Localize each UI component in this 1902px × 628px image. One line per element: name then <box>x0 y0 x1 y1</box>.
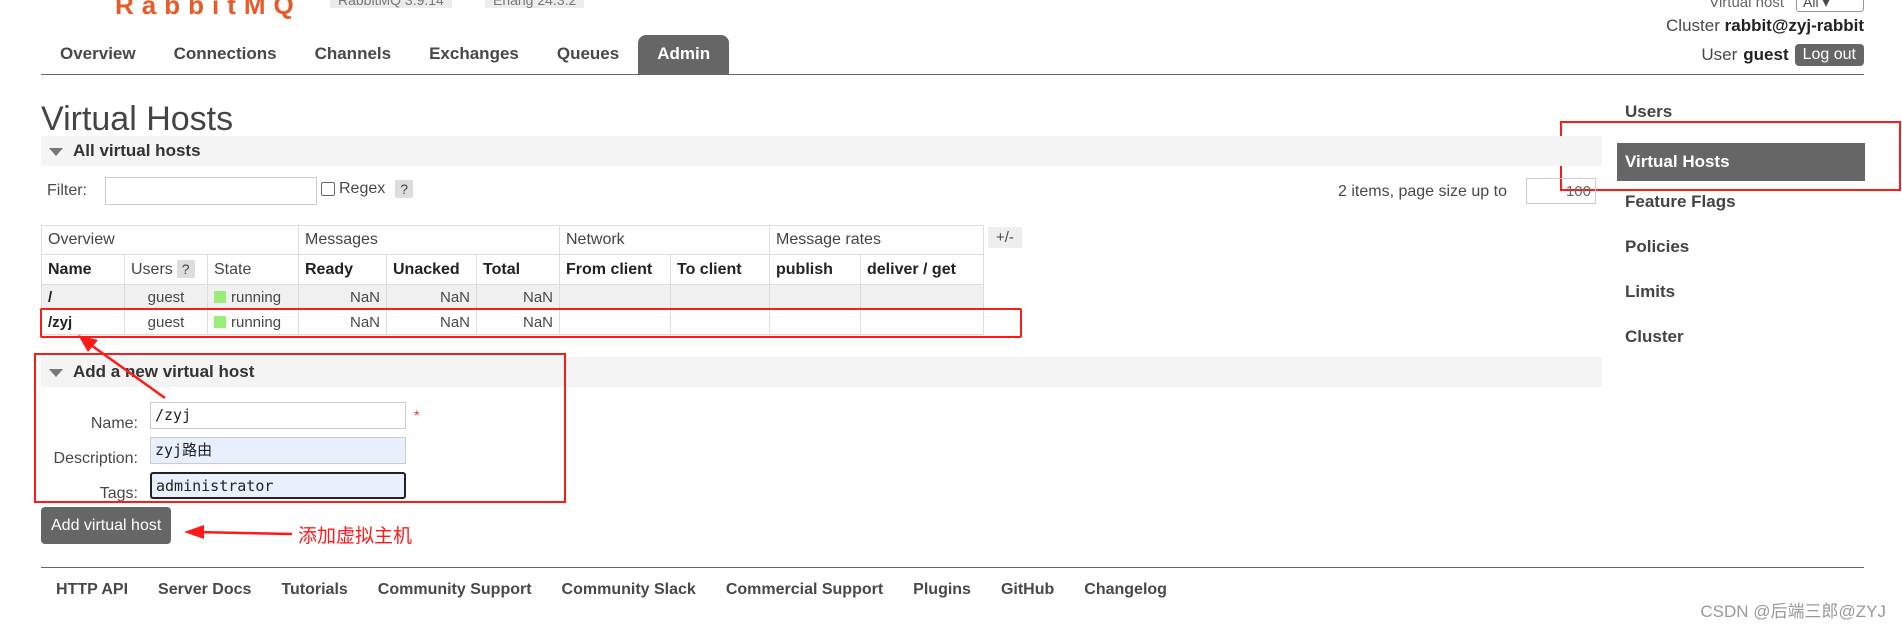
menu-item-limits[interactable]: Limits <box>1617 278 1865 323</box>
group-message-rates: Message rates <box>769 225 984 255</box>
vhost-from-client <box>559 284 671 310</box>
tab-divider <box>41 74 1864 75</box>
col-users: Users? <box>124 254 208 285</box>
group-network: Network <box>559 225 770 255</box>
vhost-users: guest <box>124 284 208 310</box>
col-publish: publish <box>769 254 861 285</box>
tab-channels[interactable]: Channels <box>296 35 411 74</box>
cluster-value: rabbit@zyj-rabbit <box>1724 16 1864 35</box>
cluster-info: Cluster rabbit@zyj-rabbit <box>1666 16 1864 36</box>
col-users-label: Users <box>131 260 173 278</box>
user-info: User guest Log out <box>1701 44 1864 66</box>
page-title: Virtual Hosts <box>41 100 234 138</box>
users-help-button[interactable]: ? <box>176 259 195 278</box>
column-toggle-button[interactable]: +/- <box>988 227 1022 248</box>
col-ready: Ready <box>298 254 387 285</box>
menu-item-policies[interactable]: Policies <box>1617 233 1865 278</box>
vhost-ready: NaN <box>298 284 387 310</box>
filter-label: Filter: <box>47 182 87 199</box>
virtual-host-value: All <box>1803 0 1819 10</box>
logout-button[interactable]: Log out <box>1794 44 1864 66</box>
all-vhosts-section-header[interactable]: All virtual hosts <box>41 136 1602 166</box>
col-deliver-get: deliver / get <box>860 254 984 285</box>
main-tabs: Overview Connections Channels Exchanges … <box>41 35 730 74</box>
vhost-state-text: running <box>231 288 282 306</box>
footer-link-server-docs[interactable]: Server Docs <box>143 579 266 601</box>
vhost-deliver-get <box>860 284 984 310</box>
regex-label: Regex <box>339 180 386 197</box>
virtual-host-select[interactable]: All ▾ <box>1796 0 1864 12</box>
virtual-host-label: Virtual host <box>1709 0 1784 11</box>
footer-links: HTTP API Server Docs Tutorials Community… <box>41 579 1182 601</box>
regex-checkbox[interactable] <box>321 182 335 196</box>
col-from-client: From client <box>559 254 671 285</box>
footer-link-community-slack[interactable]: Community Slack <box>547 579 711 601</box>
chevron-down-icon: ▾ <box>1822 0 1830 10</box>
footer-link-community-support[interactable]: Community Support <box>363 579 547 601</box>
rabbitmq-logo[interactable]: RabbitMQ <box>115 0 302 21</box>
col-total: Total <box>476 254 560 285</box>
tab-queues[interactable]: Queues <box>538 35 638 74</box>
cluster-label: Cluster <box>1666 16 1720 35</box>
running-status-icon <box>214 290 226 303</box>
footer-link-plugins[interactable]: Plugins <box>898 579 986 601</box>
add-virtual-host-button[interactable]: Add virtual host <box>41 507 172 544</box>
col-to-client: To client <box>670 254 770 285</box>
tab-admin[interactable]: Admin <box>638 35 730 74</box>
footer-divider <box>41 567 1864 568</box>
tab-overview[interactable]: Overview <box>41 35 155 74</box>
annotation-text: 添加虚拟主机 <box>298 526 413 547</box>
footer-link-commercial-support[interactable]: Commercial Support <box>711 579 898 601</box>
footer-link-github[interactable]: GitHub <box>986 579 1069 601</box>
vhost-publish <box>769 284 861 310</box>
tab-exchanges[interactable]: Exchanges <box>410 35 538 74</box>
collapse-triangle-icon <box>49 148 63 156</box>
annotation-arrow-left-icon <box>184 525 293 539</box>
menu-item-feature-flags[interactable]: Feature Flags <box>1617 188 1865 233</box>
tab-connections[interactable]: Connections <box>155 35 296 74</box>
group-messages: Messages <box>298 225 560 255</box>
regex-help-button[interactable]: ? <box>395 180 414 198</box>
footer-link-tutorials[interactable]: Tutorials <box>266 579 362 601</box>
filter-input[interactable] <box>105 177 317 205</box>
all-vhosts-title: All virtual hosts <box>73 141 201 160</box>
vhost-state: running <box>207 284 299 310</box>
vhost-unacked: NaN <box>386 284 477 310</box>
col-state: State <box>207 254 299 285</box>
watermark: CSDN @后端三郎@ZYJ <box>1700 602 1886 621</box>
erlang-badge: Erlang 24.3.2 <box>485 0 585 8</box>
annotation-arrow-up-icon <box>78 335 166 400</box>
version-badge: RabbitMQ 3.9.14 <box>330 0 452 8</box>
footer-link-changelog[interactable]: Changelog <box>1069 579 1182 601</box>
table-row[interactable]: / guest running NaN NaN NaN <box>41 284 984 310</box>
vhost-name[interactable]: / <box>41 284 125 310</box>
menu-item-cluster[interactable]: Cluster <box>1617 323 1865 368</box>
vhost-total: NaN <box>476 284 560 310</box>
items-count-text: 2 items, page size up to <box>1338 183 1507 200</box>
col-unacked: Unacked <box>386 254 477 285</box>
annotation-box-menu <box>1560 121 1901 191</box>
page-size-input[interactable]: 100 <box>1526 178 1596 204</box>
regex-option: Regex ? <box>321 180 414 198</box>
vhost-to-client <box>670 284 770 310</box>
group-overview: Overview <box>41 225 299 255</box>
col-name[interactable]: Name <box>41 254 125 285</box>
user-value: guest <box>1743 45 1789 64</box>
user-label: User <box>1701 45 1738 64</box>
footer-link-http-api[interactable]: HTTP API <box>41 579 143 601</box>
